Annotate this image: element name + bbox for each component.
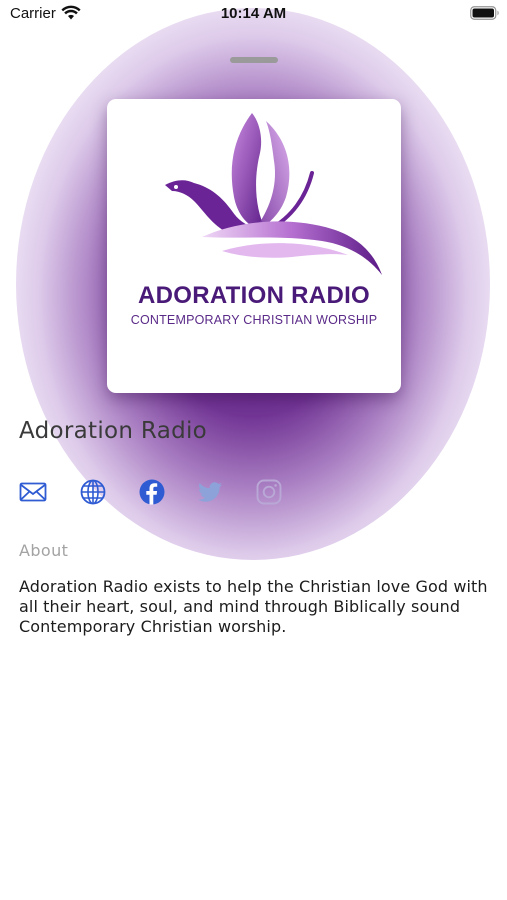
facebook-icon[interactable] bbox=[138, 478, 166, 506]
social-links bbox=[19, 478, 319, 508]
twitter-icon[interactable] bbox=[196, 478, 224, 506]
globe-icon[interactable] bbox=[79, 478, 107, 506]
clock: 10:14 AM bbox=[220, 5, 287, 22]
logo-title: ADORATION RADIO bbox=[137, 282, 371, 309]
battery-icon bbox=[470, 6, 499, 20]
station-artwork: ADORATION RADIO CONTEMPORARY CHRISTIAN W… bbox=[107, 99, 401, 393]
status-bar: Carrier 10:14 AM bbox=[0, 0, 507, 28]
sheet-grabber[interactable] bbox=[230, 57, 278, 63]
station-name: Adoration Radio bbox=[19, 418, 208, 444]
instagram-icon[interactable] bbox=[255, 478, 283, 506]
about-heading: About bbox=[19, 541, 69, 560]
logo-tagline: CONTEMPORARY CHRISTIAN WORSHIP bbox=[130, 313, 378, 327]
mail-icon[interactable] bbox=[19, 478, 47, 506]
about-description: Adoration Radio exists to help the Chris… bbox=[19, 577, 488, 636]
station-info-screen: Carrier 10:14 AM ADORATION RADIO CONTEMP… bbox=[0, 0, 507, 900]
dove-logo-icon bbox=[165, 113, 382, 275]
